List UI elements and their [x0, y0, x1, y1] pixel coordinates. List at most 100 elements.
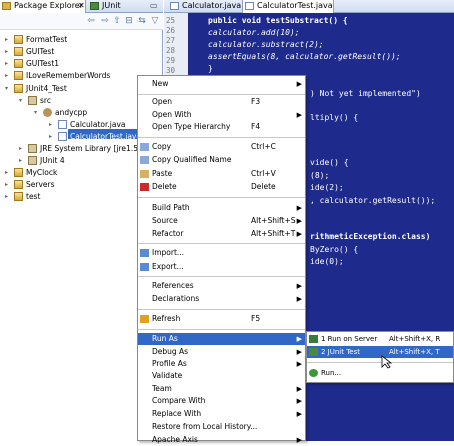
expand-toggle-icon[interactable]: ▾ — [19, 98, 25, 104]
menu-item-label: Export... — [152, 262, 184, 271]
submenu-item-1-run-on-server[interactable]: 1 Run on Server Alt+Shift+X, R — [307, 333, 453, 345]
tree-item[interactable]: ▸ Servers — [0, 179, 160, 190]
expand-toggle-icon[interactable]: ▸ — [5, 73, 11, 79]
run-icon — [309, 369, 318, 377]
tab-package-explorer[interactable]: Package Explorer ✕ — [0, 0, 86, 13]
tree-item[interactable]: ▸ JRE System Library [jre1.5 — [0, 143, 160, 154]
menu-item-source[interactable]: Source Alt+Shift+S ▶ — [138, 215, 305, 227]
minimize-icon[interactable]: ▭ — [150, 1, 158, 10]
menu-item-refresh[interactable]: Refresh F5 — [138, 313, 305, 325]
expand-toggle-icon[interactable]: ▸ — [5, 49, 11, 55]
menu-item-label: Profile As — [152, 359, 187, 368]
menu-item-delete[interactable]: Delete Delete — [138, 181, 305, 193]
menu-item-label: Paste — [152, 169, 173, 178]
menu-item-profile-as[interactable]: Profile As ▶ — [138, 358, 305, 370]
code-fragment: ide(2); — [310, 183, 344, 192]
menu-item-restore-from-local-history[interactable]: Restore from Local History... — [138, 421, 305, 433]
back-icon[interactable]: ⇦ — [86, 16, 96, 26]
menu-item-compare-with[interactable]: Compare With ▶ — [138, 395, 305, 407]
expand-toggle-icon[interactable]: ▾ — [5, 86, 11, 92]
expand-toggle-icon[interactable]: ▾ — [34, 110, 40, 116]
tree-item[interactable]: ▸ test — [0, 191, 160, 202]
menu-item-shortcut: F5 — [251, 314, 261, 323]
menu-separator — [138, 309, 305, 310]
menu-item-label: Import... — [152, 248, 185, 257]
menu-item-team[interactable]: Team ▶ — [138, 383, 305, 395]
tree-item[interactable]: ▸ CalculatorTest.java — [0, 131, 160, 142]
tree-item[interactable]: ▾ src — [0, 95, 160, 106]
menu-item-open[interactable]: Open F3 — [138, 96, 305, 108]
menu-item-shortcut: Alt+Shift+T — [251, 229, 296, 238]
tree-item[interactable]: ▸ JUnit 4 — [0, 155, 160, 166]
menu-item-build-path[interactable]: Build Path ▶ — [138, 202, 305, 214]
menu-item-copy[interactable]: Copy Ctrl+C — [138, 141, 305, 153]
menu-item-run-as[interactable]: Run As ▶ — [138, 333, 305, 345]
menu-item-open-with[interactable]: Open With ▶ — [138, 109, 305, 121]
menu-item-shortcut: F3 — [251, 97, 261, 106]
expand-toggle-icon[interactable]: ▸ — [5, 194, 11, 200]
java-file-icon — [58, 132, 67, 141]
mouse-cursor-icon — [381, 355, 393, 369]
tab-calculatortest-java[interactable]: CalculatorTest.java — [242, 0, 334, 13]
expand-toggle-icon[interactable]: ▸ — [5, 170, 11, 176]
link-with-editor-icon[interactable]: ⇆ — [137, 16, 147, 26]
collapse-all-icon[interactable]: ⊟ — [124, 16, 134, 26]
menu-item-references[interactable]: References ▶ — [138, 280, 305, 292]
tree-item[interactable]: ▸ MyClock — [0, 167, 160, 178]
tab-junit[interactable]: JUnit — [88, 0, 128, 13]
expand-toggle-icon[interactable]: ▸ — [49, 134, 55, 140]
submenu-item-run[interactable]: Run... — [307, 367, 453, 379]
menu-item-open-type-hierarchy[interactable]: Open Type Hierarchy F4 — [138, 121, 305, 133]
menu-item-new[interactable]: New ▶ — [138, 78, 305, 90]
menu-item-export[interactable]: Export... — [138, 261, 305, 273]
tree-item-label: Servers — [26, 180, 55, 189]
menu-item-label: Delete — [152, 182, 177, 191]
submenu-item-2-junit-test[interactable]: 2 JUnit Test Alt+Shift+X, T — [307, 346, 453, 358]
line-number: 28 — [166, 46, 176, 55]
tree-item[interactable]: ▾ andycpp — [0, 107, 160, 118]
menu-separator — [138, 329, 305, 330]
package-explorer-toolbar: ⇦ ⇨ ⇧ ⊟ ⇆ ▽ — [0, 13, 163, 30]
close-icon[interactable]: ✕ — [78, 0, 85, 12]
tab-calculator-java[interactable]: Calculator.java — [168, 0, 241, 13]
tree-item[interactable]: ▸ GUITest — [0, 46, 160, 57]
menu-item-replace-with[interactable]: Replace With ▶ — [138, 408, 305, 420]
project-icon — [14, 168, 23, 177]
expand-toggle-icon[interactable]: ▸ — [49, 122, 55, 128]
submenu-arrow-icon: ▶ — [296, 360, 302, 368]
menu-item-validate[interactable]: Validate — [138, 370, 305, 382]
forward-icon[interactable]: ⇨ — [100, 16, 110, 26]
menu-item-declarations[interactable]: Declarations ▶ — [138, 293, 305, 305]
code-line: } — [208, 64, 213, 73]
menu-item-apache-axis[interactable]: Apache Axis ▶ — [138, 434, 305, 446]
expand-toggle-icon[interactable]: ▸ — [5, 182, 11, 188]
expand-toggle-icon[interactable]: ▸ — [5, 61, 11, 67]
expand-toggle-icon[interactable]: ▸ — [5, 37, 11, 43]
menu-item-refactor[interactable]: Refactor Alt+Shift+T ▶ — [138, 228, 305, 240]
tree-item[interactable]: ▸ ILoveRememberWords — [0, 70, 160, 81]
menu-item-debug-as[interactable]: Debug As ▶ — [138, 346, 305, 358]
refresh-icon — [140, 315, 149, 323]
view-menu-icon[interactable]: ▽ — [150, 16, 160, 26]
menu-separator — [138, 94, 305, 95]
menu-item-label: References — [152, 281, 194, 290]
expand-toggle-icon[interactable]: ▸ — [19, 146, 25, 152]
menu-item-shortcut: Delete — [251, 182, 276, 191]
menu-item-import[interactable]: Import... — [138, 247, 305, 259]
up-icon[interactable]: ⇧ — [112, 16, 122, 26]
tree-item[interactable]: ▸ GUITest1 — [0, 58, 160, 69]
tree-item[interactable]: ▾ JUnit4_Test — [0, 83, 160, 94]
tree-item-label: MyClock — [26, 168, 58, 177]
tree-item[interactable]: ▸ Calculator.java — [0, 119, 160, 130]
expand-toggle-icon[interactable]: ▸ — [19, 158, 25, 164]
menu-item-paste[interactable]: Paste Ctrl+V — [138, 168, 305, 180]
project-icon — [14, 71, 23, 80]
menu-item-label: Replace With — [152, 409, 202, 418]
submenu-arrow-icon: ▶ — [296, 282, 302, 290]
tab-label: JUnit — [102, 1, 121, 10]
tree-item[interactable]: ▸ FormatTest — [0, 34, 160, 45]
code-fragment: vide() { — [310, 158, 349, 167]
tab-label: Package Explorer — [14, 1, 84, 10]
export-icon — [140, 263, 149, 271]
menu-item-copy-qualified-name[interactable]: Copy Qualified Name — [138, 154, 305, 166]
